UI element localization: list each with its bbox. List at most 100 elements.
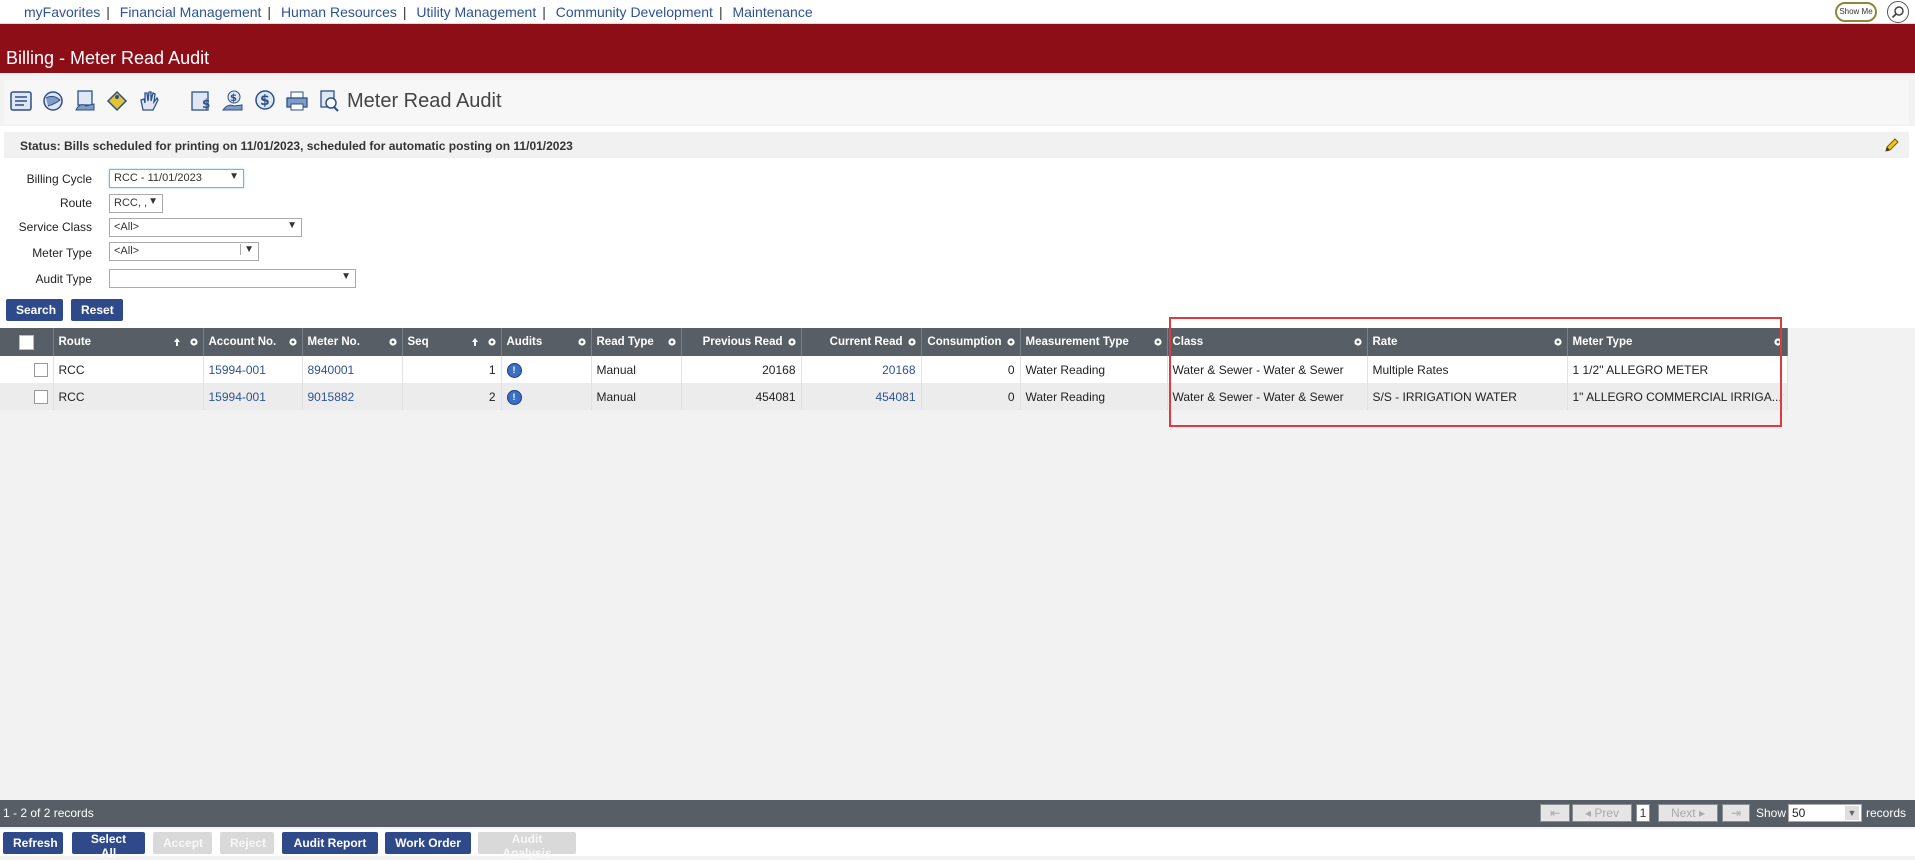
gear-icon[interactable]: [1153, 337, 1163, 347]
gear-icon[interactable]: [288, 337, 298, 347]
row-select-cell[interactable]: [0, 383, 54, 410]
audit-info-icon[interactable]: !: [506, 362, 522, 378]
page-size-select[interactable]: 50 ▼: [1788, 804, 1862, 822]
table-row[interactable]: RCC 15994-001 8940001 1 ! Manual 20168 2…: [0, 356, 1788, 383]
table-row[interactable]: RCC 15994-001 9015882 2 ! Manual 454081 …: [0, 383, 1788, 410]
meter-type-select[interactable]: <All> ▼: [109, 242, 259, 261]
col-header-meter-type[interactable]: Meter Type: [1567, 328, 1788, 356]
last-page-button[interactable]: ⇥: [1722, 804, 1750, 822]
col-header-class[interactable]: Class: [1167, 328, 1368, 356]
col-header-meter-no[interactable]: Meter No.: [302, 328, 403, 356]
search-doc-icon[interactable]: [316, 88, 342, 114]
header-checkbox[interactable]: [18, 334, 34, 350]
sort-asc-icon[interactable]: [173, 337, 181, 347]
cell-meter-type: 1 1/2" ALLEGRO METER: [1567, 356, 1788, 383]
audit-report-button[interactable]: Audit Report: [282, 832, 378, 854]
billing-cycle-value: RCC - 11/01/2023: [114, 172, 202, 184]
sort-asc-icon[interactable]: [471, 337, 479, 347]
gear-icon[interactable]: [388, 337, 398, 347]
row-checkbox[interactable]: [33, 389, 48, 404]
search-button[interactable]: Search: [6, 299, 63, 321]
nav-link-community-development[interactable]: Community Development: [556, 4, 713, 20]
dollar-icon[interactable]: $: [252, 88, 278, 114]
select-all-button[interactable]: Select All: [72, 832, 145, 860]
audit-type-select[interactable]: ▼: [109, 269, 356, 288]
status-text: Status: Bills scheduled for printing on …: [20, 139, 573, 153]
svg-text:$: $: [230, 93, 237, 104]
cell-account-no[interactable]: 15994-001: [203, 383, 303, 410]
cell-meter-type: 1" ALLEGRO COMMERCIAL IRRIGA...: [1567, 383, 1788, 410]
service-class-select[interactable]: <All> ▼: [109, 218, 302, 237]
gear-icon[interactable]: [1006, 337, 1016, 347]
audit-info-icon[interactable]: !: [506, 389, 522, 405]
col-header-measurement-type[interactable]: Measurement Type: [1020, 328, 1168, 356]
toolbar: $ $ $ Meter Read Audit: [4, 80, 1909, 124]
col-header-current-read[interactable]: Current Read: [801, 328, 922, 356]
gear-icon[interactable]: [1773, 337, 1783, 347]
billing-cycle-select[interactable]: RCC - 11/01/2023 ▼: [109, 169, 244, 188]
row-checkbox[interactable]: [33, 362, 48, 377]
chevron-down-icon: ▼: [229, 171, 239, 182]
hand-icon[interactable]: [136, 88, 162, 114]
page-number[interactable]: 1: [1636, 804, 1650, 822]
col-header-read-type[interactable]: Read Type: [591, 328, 682, 356]
show-me-button[interactable]: Show Me: [1835, 2, 1877, 22]
cell-read-type: Manual: [591, 356, 682, 383]
cell-current-read[interactable]: 454081: [801, 383, 922, 410]
globe-icon[interactable]: [40, 88, 66, 114]
nav-link-maintenance[interactable]: Maintenance: [732, 4, 812, 20]
gear-icon[interactable]: [787, 337, 797, 347]
header-select-all[interactable]: [0, 328, 54, 356]
billing-cycle-label: Billing Cycle: [26, 172, 92, 186]
prev-page-button[interactable]: ◂ Prev: [1572, 804, 1632, 822]
meter-type-value: <All>: [114, 245, 140, 257]
cell-account-no[interactable]: 15994-001: [203, 356, 303, 383]
cell-meter-no[interactable]: 9015882: [302, 383, 403, 410]
col-header-route[interactable]: Route: [53, 328, 204, 356]
gear-icon[interactable]: [667, 337, 677, 347]
col-header-account-no[interactable]: Account No.: [203, 328, 303, 356]
refresh-button[interactable]: Refresh: [3, 832, 63, 854]
route-select[interactable]: RCC, , ▼: [109, 194, 163, 213]
col-header-rate[interactable]: Rate: [1367, 328, 1568, 356]
col-header-seq[interactable]: Seq: [402, 328, 502, 356]
cell-audits[interactable]: !: [501, 383, 592, 410]
hand-doc-icon[interactable]: [72, 88, 98, 114]
nav-link-utility-management[interactable]: Utility Management: [416, 4, 536, 20]
show-label: Show: [1756, 806, 1787, 820]
first-page-button[interactable]: ⇤: [1540, 804, 1570, 822]
cell-meter-no[interactable]: 8940001: [302, 356, 403, 383]
gear-icon[interactable]: [1353, 337, 1363, 347]
gear-icon[interactable]: [577, 337, 587, 347]
magnifier-icon[interactable]: [1887, 1, 1909, 23]
cell-audits[interactable]: !: [501, 356, 592, 383]
dollar-hand-icon[interactable]: $: [220, 88, 246, 114]
cell-rate: Multiple Rates: [1367, 356, 1568, 383]
col-header-consumption[interactable]: Consumption: [921, 328, 1021, 356]
reset-button[interactable]: Reset: [71, 299, 123, 321]
tag-icon[interactable]: [104, 88, 130, 114]
reject-button[interactable]: Reject: [220, 832, 274, 854]
printer-icon[interactable]: [284, 88, 310, 114]
nav-link-human-resources[interactable]: Human Resources: [281, 4, 397, 20]
billing-list-icon[interactable]: [8, 88, 34, 114]
gear-icon[interactable]: [487, 337, 497, 347]
cell-current-read[interactable]: 20168: [801, 356, 922, 383]
next-page-button[interactable]: Next ▸: [1658, 804, 1718, 822]
pencil-icon[interactable]: [1883, 136, 1901, 154]
nav-link-myfavorites[interactable]: myFavorites: [24, 4, 100, 20]
nav-link-financial-management[interactable]: Financial Management: [120, 4, 262, 20]
top-nav: myFavorites | Financial Management | Human…: [0, 0, 1915, 24]
work-order-button[interactable]: Work Order: [385, 832, 471, 854]
gear-icon[interactable]: [1553, 337, 1563, 347]
col-header-previous-read[interactable]: Previous Read: [681, 328, 802, 356]
gear-icon[interactable]: [189, 337, 199, 347]
dollar-doc-icon[interactable]: $: [188, 88, 214, 114]
chevron-down-icon: ▼: [1845, 806, 1859, 820]
row-select-cell[interactable]: [0, 356, 54, 383]
record-count: 1 - 2 of 2 records: [3, 806, 94, 820]
gear-icon[interactable]: [907, 337, 917, 347]
accept-button[interactable]: Accept: [153, 832, 212, 854]
col-header-audits[interactable]: Audits: [501, 328, 592, 356]
audit-analysis-button[interactable]: Audit Analysis: [478, 832, 576, 860]
